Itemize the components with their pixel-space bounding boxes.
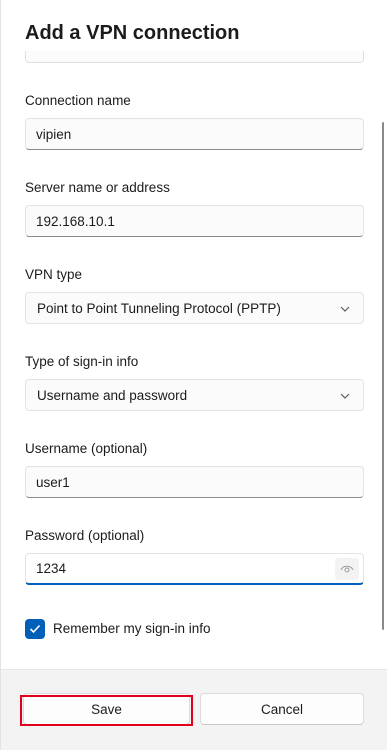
connection-name-field[interactable]: vipien	[25, 118, 364, 150]
eye-icon	[340, 565, 354, 573]
sign-in-type-selected: Username and password	[37, 387, 188, 403]
password-field[interactable]: 1234	[25, 553, 364, 585]
remember-label[interactable]: Remember my sign-in info	[53, 621, 211, 636]
username-label: Username (optional)	[25, 441, 148, 456]
vpn-type-dropdown[interactable]: Point to Point Tunneling Protocol (PPTP)	[25, 292, 364, 324]
vpn-type-selected: Point to Point Tunneling Protocol (PPTP)	[37, 300, 281, 316]
username-field[interactable]: user1	[25, 466, 364, 498]
vpn-type-label: VPN type	[25, 267, 83, 282]
reveal-password-button[interactable]	[335, 558, 359, 580]
username-value: user1	[36, 474, 70, 490]
chevron-down-icon	[340, 393, 350, 399]
sign-in-type-label: Type of sign-in info	[25, 354, 139, 369]
chevron-down-icon	[340, 306, 350, 312]
password-label: Password (optional)	[25, 528, 145, 543]
checkmark-icon	[29, 624, 41, 634]
password-value: 1234	[36, 561, 67, 576]
dialog-title: Add a VPN connection	[25, 22, 240, 44]
connection-name-label: Connection name	[25, 93, 131, 108]
server-field[interactable]: 192.168.10.1	[25, 205, 364, 237]
vpn-dialog: Add a VPN connection Connection name vip…	[0, 0, 387, 750]
server-value: 192.168.10.1	[36, 213, 115, 229]
sign-in-type-dropdown[interactable]: Username and password	[25, 379, 364, 411]
server-label: Server name or address	[25, 180, 170, 195]
scrollbar[interactable]	[382, 122, 384, 630]
remember-checkbox[interactable]	[25, 619, 45, 639]
scrolled-field-remnant	[25, 51, 364, 63]
connection-name-value: vipien	[36, 126, 72, 142]
save-button[interactable]: Save	[23, 693, 190, 725]
cancel-button[interactable]: Cancel	[200, 693, 364, 725]
